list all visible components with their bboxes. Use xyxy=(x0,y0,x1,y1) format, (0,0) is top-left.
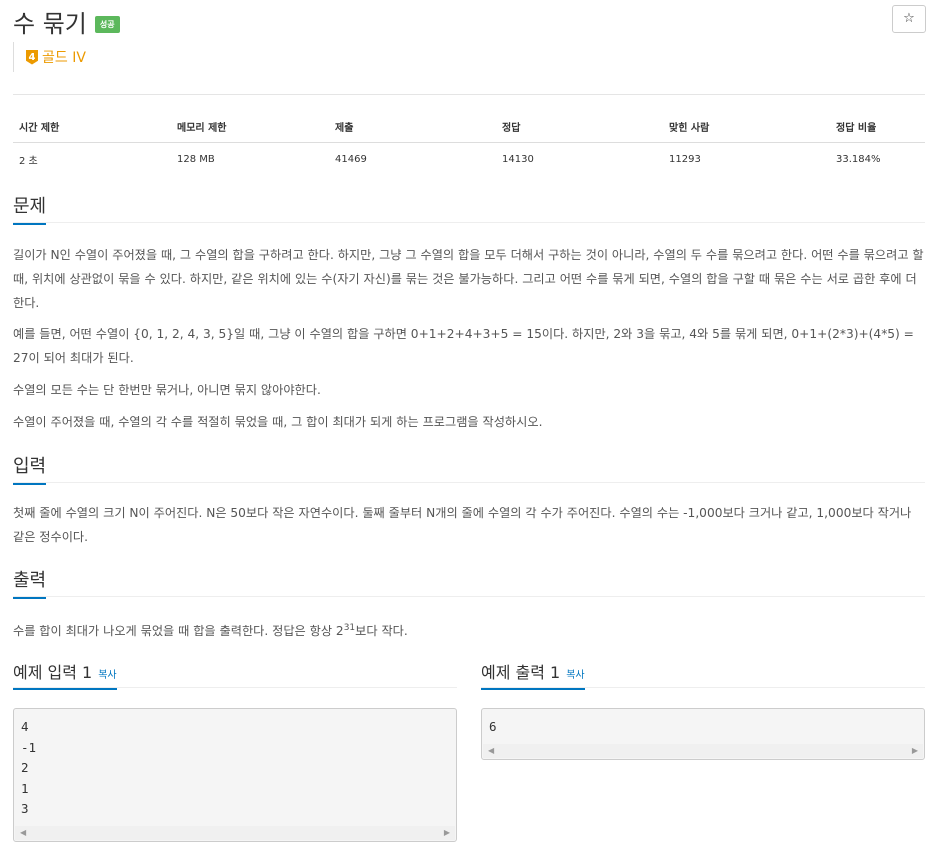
divider xyxy=(481,687,925,688)
divider xyxy=(13,94,925,95)
page-title: 수 묶기 xyxy=(13,10,87,38)
input-heading: 입력 xyxy=(13,452,47,485)
stats-header: 정답 비율 xyxy=(830,114,925,143)
stats-value: 128 MB xyxy=(177,154,215,165)
scroll-right-icon[interactable]: ▶ xyxy=(912,746,918,755)
favorite-star-button[interactable]: ☆ xyxy=(892,5,926,33)
scroll-left-icon[interactable]: ◀ xyxy=(488,746,494,755)
output-text: 수를 합이 최대가 나오게 묶었을 때 합을 출력한다. 정답은 항상 2 xyxy=(13,624,344,639)
stats-value: 14130 xyxy=(502,154,534,165)
stats-table: 시간 제한 메모리 제한 제출 정답 맞힌 사람 정답 비율 2 초 128 M… xyxy=(13,114,925,176)
sample-output-text: 6 xyxy=(489,719,497,734)
output-description: 수를 합이 최대가 나오게 묶었을 때 합을 출력한다. 정답은 항상 231보… xyxy=(13,616,925,643)
horizontal-scrollbar[interactable]: ◀ ▶ xyxy=(15,826,455,840)
problem-paragraph: 수열의 모든 수는 단 한번만 묶거나, 아니면 묶지 않아야한다. xyxy=(13,383,321,397)
sample-output-heading: 예제 출력 1 복사 xyxy=(481,659,585,690)
copy-output-button[interactable]: 복사 xyxy=(566,670,584,681)
output-heading: 출력 xyxy=(13,566,47,599)
problem-paragraph: 수열이 주어졌을 때, 수열의 각 수를 적절히 묶었을 때, 그 합이 최대가… xyxy=(13,415,543,429)
stats-value: 2 초 xyxy=(19,156,38,167)
divider xyxy=(13,222,925,223)
sample-input-heading: 예제 입력 1 복사 xyxy=(13,659,117,690)
scroll-left-icon[interactable]: ◀ xyxy=(20,828,26,837)
sample-output-title: 예제 출력 1 xyxy=(481,663,561,682)
copy-input-button[interactable]: 복사 xyxy=(98,670,116,681)
stats-header: 맞힌 사람 xyxy=(663,114,830,143)
stats-value: 41469 xyxy=(335,154,367,165)
problem-paragraph: 길이가 N인 수열이 주어졌을 때, 그 수열의 합을 구하려고 한다. 하지만… xyxy=(13,248,924,310)
sample-input-text: 4 -1 2 1 3 xyxy=(21,719,37,816)
sample-output-box[interactable]: 6 ◀ ▶ xyxy=(481,708,925,760)
divider xyxy=(13,687,457,688)
stats-header: 제출 xyxy=(329,114,496,143)
problem-paragraph: 예를 들면, 어떤 수열이 {0, 1, 2, 4, 3, 5}일 때, 그냥 … xyxy=(13,327,914,365)
tier-name: 골드 IV xyxy=(42,50,86,66)
horizontal-scrollbar[interactable]: ◀ ▶ xyxy=(483,744,923,758)
title-row: 수 묶기 성공 xyxy=(13,4,120,39)
stats-value: 11293 xyxy=(669,154,701,165)
stats-header: 메모리 제한 xyxy=(171,114,329,143)
divider xyxy=(13,596,925,597)
status-badge: 성공 xyxy=(94,16,120,33)
stats-value: 33.184% xyxy=(836,154,881,165)
output-exponent: 31 xyxy=(343,623,356,633)
divider xyxy=(13,482,925,483)
sample-input-box[interactable]: 4 -1 2 1 3 ◀ ▶ xyxy=(13,708,457,842)
sample-input-title: 예제 입력 1 xyxy=(13,663,93,682)
stats-header: 정답 xyxy=(496,114,663,143)
problem-heading: 문제 xyxy=(13,192,47,225)
input-description: 첫째 줄에 수열의 크기 N이 주어진다. N은 50보다 작은 자연수이다. … xyxy=(13,506,912,544)
tier-label[interactable]: 4 골드 IV xyxy=(13,42,86,72)
scroll-right-icon[interactable]: ▶ xyxy=(444,828,450,837)
tier-gold-icon: 4 xyxy=(26,49,38,65)
table-row: 2 초 128 MB 41469 14130 11293 33.184% xyxy=(13,143,925,177)
output-text: 보다 작다. xyxy=(355,624,408,639)
stats-header: 시간 제한 xyxy=(13,114,171,143)
